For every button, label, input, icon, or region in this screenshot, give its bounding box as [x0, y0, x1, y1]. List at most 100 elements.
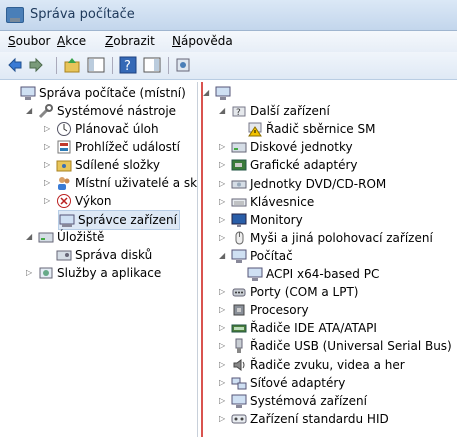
tree-item[interactable]: ▷ Grafické adaptéry	[201, 156, 457, 174]
svg-text:?: ?	[124, 59, 131, 74]
collapse-arrow-icon[interactable]: ◢	[219, 106, 227, 116]
menu-help[interactable]: Nápověda	[172, 34, 233, 48]
tree-item[interactable]: ▷ Řadiče IDE ATA/ATAPI	[201, 319, 457, 337]
expand-arrow-icon[interactable]: ▷	[219, 215, 227, 225]
shared-folder-icon	[56, 157, 72, 173]
tree-item[interactable]: ▷ Zařízení standardu HID	[201, 410, 457, 428]
tree-item[interactable]: ◢ Systémové nástroje	[4, 102, 197, 120]
tree-item[interactable]: ▷ Klávesnice	[201, 193, 457, 211]
tree-item[interactable]: Správa disků	[4, 246, 197, 264]
tree-item[interactable]: ACPI x64-based PC	[201, 265, 457, 283]
expand-arrow-icon[interactable]: ▷	[219, 378, 227, 388]
tree-item[interactable]: ▷ Výkon	[4, 192, 197, 210]
expand-arrow-icon[interactable]: ▷	[219, 197, 227, 207]
tree-item[interactable]: ▷ Systémová zařízení	[201, 392, 457, 410]
tree-item-label: Řadiče zvuku, videa a her	[250, 357, 405, 372]
menu-file[interactable]: Soubor	[8, 34, 50, 48]
tree-item-label: Systémové nástroje	[57, 104, 177, 118]
tree-item[interactable]: ▷ Diskové jednotky	[201, 138, 457, 156]
expand-arrow-icon[interactable]: ▷	[219, 233, 227, 243]
collapse-arrow-icon[interactable]: ◢	[219, 251, 227, 261]
tree-item[interactable]: ▷ Monitory	[201, 211, 457, 229]
tree-item-label: Místní uživatelé a skupiny	[75, 176, 197, 190]
expand-arrow-icon[interactable]: ▷	[219, 341, 227, 351]
tree-item-label: Porty (COM a LPT)	[250, 285, 359, 300]
computer-management-app-icon	[6, 7, 24, 23]
console-tree-pane[interactable]: Správa počítače (místní) ◢ Systémové nástr…	[4, 82, 198, 437]
expand-arrow-icon[interactable]: ▷	[219, 396, 227, 406]
tree-item-label: Klávesnice	[250, 194, 315, 209]
tree-item-label: Monitory	[250, 212, 303, 227]
tree-item-label: Procesory	[250, 303, 309, 318]
expand-arrow-icon[interactable]: ▷	[219, 160, 227, 170]
device-tree-pane[interactable]: ◢ ◢? Další zařízení Řadič sběrnice SM ▷ Disko…	[201, 82, 457, 437]
menu-bar: Soubor Akce Zobrazit Nápověda	[0, 31, 457, 53]
show-hide-tree-icon[interactable]	[87, 56, 105, 74]
tree-item[interactable]: ▷ Služby a aplikace	[4, 264, 197, 282]
tree-item[interactable]: ◢ Počítač	[201, 247, 457, 265]
expand-arrow-icon[interactable]: ▷	[219, 142, 227, 152]
unknown-device-icon: ?	[231, 103, 247, 119]
collapse-arrow-icon[interactable]: ◢	[26, 232, 34, 242]
tree-item-label: Výkon	[75, 194, 112, 208]
tree-item-label: Jednotky DVD/CD-ROM	[250, 176, 387, 191]
tree-item[interactable]: ◢ Úložiště	[4, 228, 197, 246]
computer-icon	[247, 266, 263, 282]
expand-arrow-icon[interactable]: ▷	[219, 287, 227, 297]
tree-item[interactable]: Řadič sběrnice SM	[201, 120, 457, 138]
tree-item[interactable]: ▷ Myši a jiná polohovací zařízení	[201, 229, 457, 247]
tree-item[interactable]: ◢? Další zařízení	[201, 102, 457, 120]
tree-item-label: Myši a jiná polohovací zařízení	[250, 230, 433, 245]
tree-item-label: Správa počítače (místní)	[39, 86, 186, 100]
tree-item[interactable]: ▷ Jednotky DVD/CD-ROM	[201, 175, 457, 193]
expand-arrow-icon[interactable]: ▷	[219, 323, 227, 333]
tree-item[interactable]: ▷ Řadiče USB (Universal Serial Bus)	[201, 337, 457, 355]
tree-item[interactable]: ▷ Prohlížeč událostí	[4, 138, 197, 156]
menu-action[interactable]: Akce	[57, 34, 86, 48]
expand-arrow-icon[interactable]: ▷	[44, 196, 52, 206]
tree-item-label: Správa disků	[75, 248, 153, 262]
expand-arrow-icon[interactable]: ▷	[219, 414, 227, 424]
tree-item[interactable]: ▷ Procesory	[201, 301, 457, 319]
device-manager-icon	[59, 212, 75, 228]
tree-item-label: Grafické adaptéry	[250, 158, 358, 173]
tree-item[interactable]: ▷ Místní uživatelé a skupiny	[4, 174, 197, 192]
warning-device-icon	[247, 121, 263, 137]
collapse-arrow-icon[interactable]: ◢	[203, 88, 211, 98]
tree-item[interactable]: ◢	[201, 84, 457, 102]
tree-item[interactable]: Správa počítače (místní)	[4, 84, 197, 102]
dvd-icon	[231, 176, 247, 192]
ide-icon	[231, 320, 247, 336]
toolbar-separator	[112, 57, 113, 74]
tree-item[interactable]: Správce zařízení	[58, 210, 180, 230]
up-folder-icon[interactable]	[63, 56, 81, 74]
collapse-arrow-icon[interactable]: ◢	[26, 106, 34, 116]
tree-item[interactable]: ▷ Síťové adaptéry	[201, 374, 457, 392]
tree-item-label: Zařízení standardu HID	[250, 411, 389, 426]
tree-item-label: Diskové jednotky	[250, 140, 353, 155]
tree-item[interactable]: ▷ Sdílené složky	[4, 156, 197, 174]
forward-arrow-icon[interactable]	[27, 56, 45, 74]
svg-text:?: ?	[236, 108, 241, 118]
expand-arrow-icon[interactable]: ▷	[219, 360, 227, 370]
expand-arrow-icon[interactable]: ▷	[44, 124, 52, 134]
tree-item-label: Služby a aplikace	[57, 266, 162, 280]
properties-icon[interactable]	[174, 56, 192, 74]
menu-view[interactable]: Zobrazit	[105, 34, 155, 48]
sound-icon	[231, 357, 247, 373]
expand-arrow-icon[interactable]: ▷	[219, 305, 227, 315]
tree-item[interactable]: ▷ Řadiče zvuku, videa a her	[201, 356, 457, 374]
expand-arrow-icon[interactable]: ▷	[44, 142, 52, 152]
expand-arrow-icon[interactable]: ▷	[44, 178, 52, 188]
system-device-icon	[231, 393, 247, 409]
expand-arrow-icon[interactable]: ▷	[44, 160, 52, 170]
toolbar-separator	[56, 57, 57, 74]
help-icon[interactable]: ?	[119, 56, 137, 74]
expand-arrow-icon[interactable]: ▷	[219, 179, 227, 189]
tree-item[interactable]: ▷ Porty (COM a LPT)	[201, 283, 457, 301]
tree-item-label: Řadiče IDE ATA/ATAPI	[250, 321, 377, 336]
tree-item[interactable]: ▷ Plánovač úloh	[4, 120, 197, 138]
back-arrow-icon[interactable]	[6, 56, 24, 74]
action-pane-icon[interactable]	[143, 56, 161, 74]
expand-arrow-icon[interactable]: ▷	[26, 268, 34, 278]
